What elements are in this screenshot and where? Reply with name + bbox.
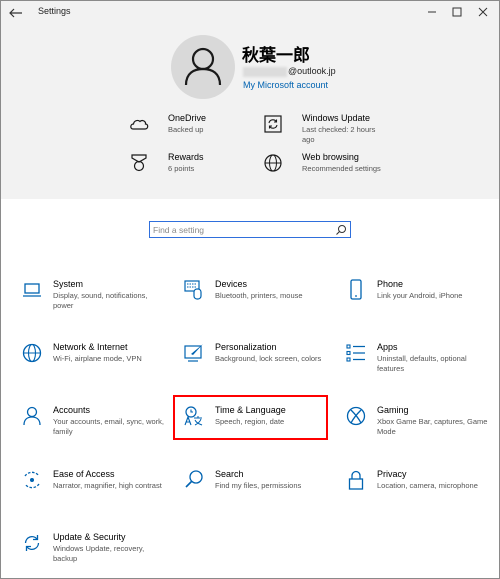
tile-system[interactable]: System Display, sound, notifications, po… xyxy=(21,279,171,333)
tile-description: Uninstall, defaults, optional features xyxy=(377,354,467,373)
tile-ease-of-access[interactable]: Ease of Access Narrator, magnifier, high… xyxy=(21,469,171,523)
tile-title: Network & Internet xyxy=(53,342,128,352)
tile-title: Ease of Access xyxy=(53,469,115,479)
tile-description: Wi-Fi, airplane mode, VPN xyxy=(53,354,142,363)
tile-update-security[interactable]: Update & Security Windows Update, recove… xyxy=(21,532,171,578)
header-item-onedrive[interactable]: OneDrive Backed up xyxy=(128,113,238,139)
minimize-icon[interactable] xyxy=(422,3,442,21)
tile-description: Narrator, magnifier, high contrast xyxy=(53,481,162,490)
tile-title: System xyxy=(53,279,84,289)
email-redacted xyxy=(243,67,287,77)
lock-icon xyxy=(348,470,364,490)
header-item-title: Web browsing xyxy=(302,152,359,162)
tile-phone[interactable]: Phone Link your Android, iPhone xyxy=(345,279,495,333)
apps-list-icon xyxy=(346,344,365,362)
tile-search[interactable]: Search Find my files, permissions xyxy=(183,469,333,523)
header-item-subtitle: Backed up xyxy=(168,125,204,134)
header-item-title: Rewards xyxy=(168,152,204,162)
header-item-windows-update[interactable]: Windows Update Last checked: 2 hours ago xyxy=(262,113,387,149)
tile-title: Accounts xyxy=(53,405,91,415)
tile-network-internet[interactable]: Network & Internet Wi-Fi, airplane mode,… xyxy=(21,342,171,396)
tile-gaming[interactable]: Gaming Xbox Game Bar, captures, Game Mod… xyxy=(345,405,495,459)
header-item-rewards[interactable]: Rewards 6 points xyxy=(128,152,238,178)
header-item-subtitle: 6 points xyxy=(168,164,195,173)
tile-devices[interactable]: Devices Bluetooth, printers, mouse xyxy=(183,279,333,333)
title-bar: Settings xyxy=(1,1,499,25)
user-name: 秋葉一郎 xyxy=(242,46,310,65)
tile-description: Location, camera, microphone xyxy=(377,481,478,490)
xbox-icon xyxy=(346,406,366,426)
tile-title: Time & Language xyxy=(215,405,286,415)
tile-accounts[interactable]: Accounts Your accounts, email, sync, wor… xyxy=(21,405,171,459)
search-icon xyxy=(185,470,203,488)
tile-privacy[interactable]: Privacy Location, camera, microphone xyxy=(345,469,495,523)
settings-window: Settings 秋葉一郎 @outlook.jp My Microsoft a… xyxy=(0,0,500,579)
globe-icon xyxy=(22,343,42,363)
tile-description: Display, sound, notifications, power xyxy=(53,291,148,310)
header-item-title: Windows Update xyxy=(302,113,371,123)
tile-title: Devices xyxy=(215,279,248,289)
my-microsoft-account-link[interactable]: My Microsoft account xyxy=(243,80,328,90)
cloud-icon xyxy=(130,119,149,130)
header-item-subtitle: Last checked: 2 hours ago xyxy=(302,125,376,144)
tile-description: Bluetooth, printers, mouse xyxy=(215,291,303,300)
maximize-icon[interactable] xyxy=(447,3,467,21)
search-box[interactable] xyxy=(149,221,351,238)
tile-description: Speech, region, date xyxy=(215,417,285,426)
user-email: @outlook.jp xyxy=(288,66,336,76)
keyboard-icon xyxy=(184,280,202,300)
tile-personalization[interactable]: Personalization Background, lock screen,… xyxy=(183,342,333,396)
tile-title: Gaming xyxy=(377,405,409,415)
tile-title: Apps xyxy=(377,342,398,352)
tile-description: Find my files, permissions xyxy=(215,481,302,490)
avatar[interactable] xyxy=(171,35,235,99)
header-item-web-browsing[interactable]: Web browsing Recommended settings xyxy=(262,152,387,188)
person-icon xyxy=(23,406,41,426)
tile-title: Privacy xyxy=(377,469,407,479)
tile-description: Windows Update, recovery, backup xyxy=(53,544,145,563)
header-item-title: OneDrive xyxy=(168,113,207,123)
paint-brush-icon xyxy=(184,344,203,362)
close-icon[interactable] xyxy=(473,3,493,21)
update-icon xyxy=(264,115,282,133)
time-language-icon xyxy=(184,406,203,426)
tile-title: Search xyxy=(215,469,244,479)
search-input[interactable] xyxy=(153,223,331,236)
phone-icon xyxy=(350,279,362,300)
tile-description: Xbox Game Bar, captures, Game Mode xyxy=(377,417,488,436)
tile-apps[interactable]: Apps Uninstall, defaults, optional featu… xyxy=(345,342,495,396)
back-arrow-icon[interactable] xyxy=(7,4,25,22)
search-icon[interactable] xyxy=(335,224,347,236)
tile-description: Link your Android, iPhone xyxy=(377,291,463,300)
tile-title: Phone xyxy=(377,279,404,289)
tile-description: Background, lock screen, colors xyxy=(215,354,322,363)
person-icon xyxy=(184,47,222,86)
refresh-icon xyxy=(24,535,40,551)
tile-title: Update & Security xyxy=(53,532,126,542)
globe-icon xyxy=(264,154,282,172)
header-item-subtitle: Recommended settings xyxy=(302,164,381,173)
account-header: 秋葉一郎 @outlook.jp My Microsoft account On… xyxy=(1,25,499,199)
tile-description: Your accounts, email, sync, work, family xyxy=(53,417,165,436)
medal-icon xyxy=(131,154,147,172)
window-title: Settings xyxy=(38,6,71,16)
laptop-icon xyxy=(23,283,41,297)
tile-time-language[interactable]: Time & Language Speech, region, date xyxy=(183,405,333,459)
ease-of-access-icon xyxy=(24,471,40,489)
tile-title: Personalization xyxy=(215,342,277,352)
